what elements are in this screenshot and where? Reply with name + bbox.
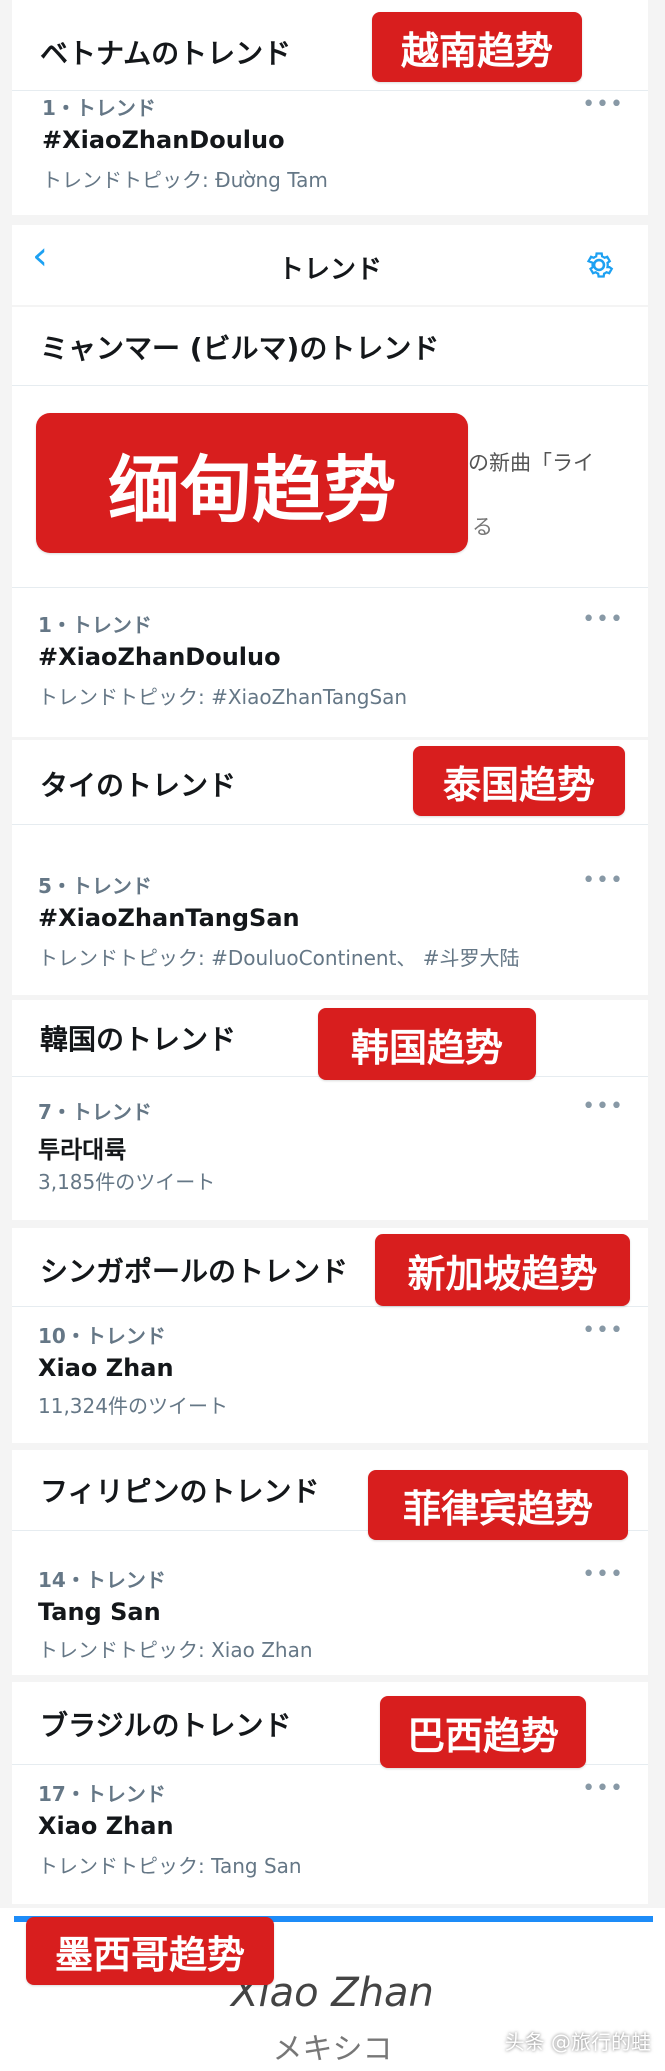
more-icon[interactable]: •••: [582, 607, 624, 632]
trend-name[interactable]: Xiao Zhan: [38, 1812, 174, 1840]
trend-rank: 10・トレンド: [38, 1324, 166, 1348]
trend-rank: 7・トレンド: [38, 1100, 152, 1124]
trend-rank: 17・トレンド: [38, 1782, 166, 1806]
more-icon[interactable]: •••: [582, 92, 624, 117]
trend-rank: 1・トレンド: [38, 613, 152, 637]
trend-rank: 14・トレンド: [38, 1568, 166, 1592]
more-icon[interactable]: •••: [582, 1776, 624, 1801]
trend-meta: 11,324件のツイート: [38, 1394, 228, 1418]
covered-text: る: [472, 515, 493, 539]
vietnam-tag: 越南趋势: [372, 12, 582, 82]
philippines-tag: 菲律宾趋势: [368, 1470, 628, 1540]
myanmar-header: ミャンマー (ビルマ)のトレンド: [40, 332, 440, 365]
more-icon[interactable]: •••: [582, 1318, 624, 1343]
more-icon[interactable]: •••: [582, 1562, 624, 1587]
trend-meta: トレンドトピック: Xiao Zhan: [38, 1638, 313, 1662]
thailand-tag: 泰国趋势: [413, 746, 625, 816]
trend-meta: トレンドトピック: Đường Tam: [42, 168, 328, 192]
more-icon[interactable]: •••: [582, 868, 624, 893]
trend-meta: トレンドトピック: Tang San: [38, 1854, 302, 1878]
korea-tag: 韩国趋势: [318, 1008, 536, 1080]
trend-name[interactable]: 투라대륙: [38, 1130, 126, 1165]
screenshot-collage: ベトナムのトレンド 1・トレンド ••• #XiaoZhanDouluo トレン…: [0, 0, 665, 2071]
divider: [12, 90, 648, 91]
nav-title: トレンド: [277, 255, 382, 285]
covered-text: の新曲「ライ: [468, 451, 594, 475]
watermark: 头条 @旅行的蛙: [504, 2030, 651, 2054]
singapore-tag: 新加坡趋势: [375, 1234, 630, 1306]
trend-rank: 5・トレンド: [38, 874, 152, 898]
trend-meta: トレンドトピック: #XiaoZhanTangSan: [38, 685, 408, 709]
trend-name[interactable]: Xiao Zhan: [38, 1354, 174, 1382]
gear-icon[interactable]: [582, 248, 616, 282]
myanmar-tag: 缅甸趋势: [36, 413, 468, 553]
trend-name[interactable]: #XiaoZhanDouluo: [38, 643, 281, 671]
trend-name[interactable]: #XiaoZhanTangSan: [38, 904, 300, 932]
trend-name[interactable]: #XiaoZhanDouluo: [42, 126, 285, 154]
nav-bar: ‹ トレンド: [12, 225, 648, 305]
trend-name[interactable]: Tang San: [38, 1598, 161, 1626]
divider: [12, 587, 648, 588]
divider: [12, 385, 648, 386]
trend-meta: 3,185件のツイート: [38, 1170, 216, 1194]
mexico-tag: 墨西哥趋势: [26, 1917, 274, 1985]
divider: [12, 824, 648, 825]
more-icon[interactable]: •••: [582, 1094, 624, 1119]
trend-meta: トレンドトピック: #DouluoContinent、 #斗罗大陆: [38, 946, 520, 970]
brazil-tag: 巴西趋势: [380, 1696, 586, 1768]
divider: [12, 1306, 648, 1307]
trend-rank: 1・トレンド: [42, 96, 156, 120]
